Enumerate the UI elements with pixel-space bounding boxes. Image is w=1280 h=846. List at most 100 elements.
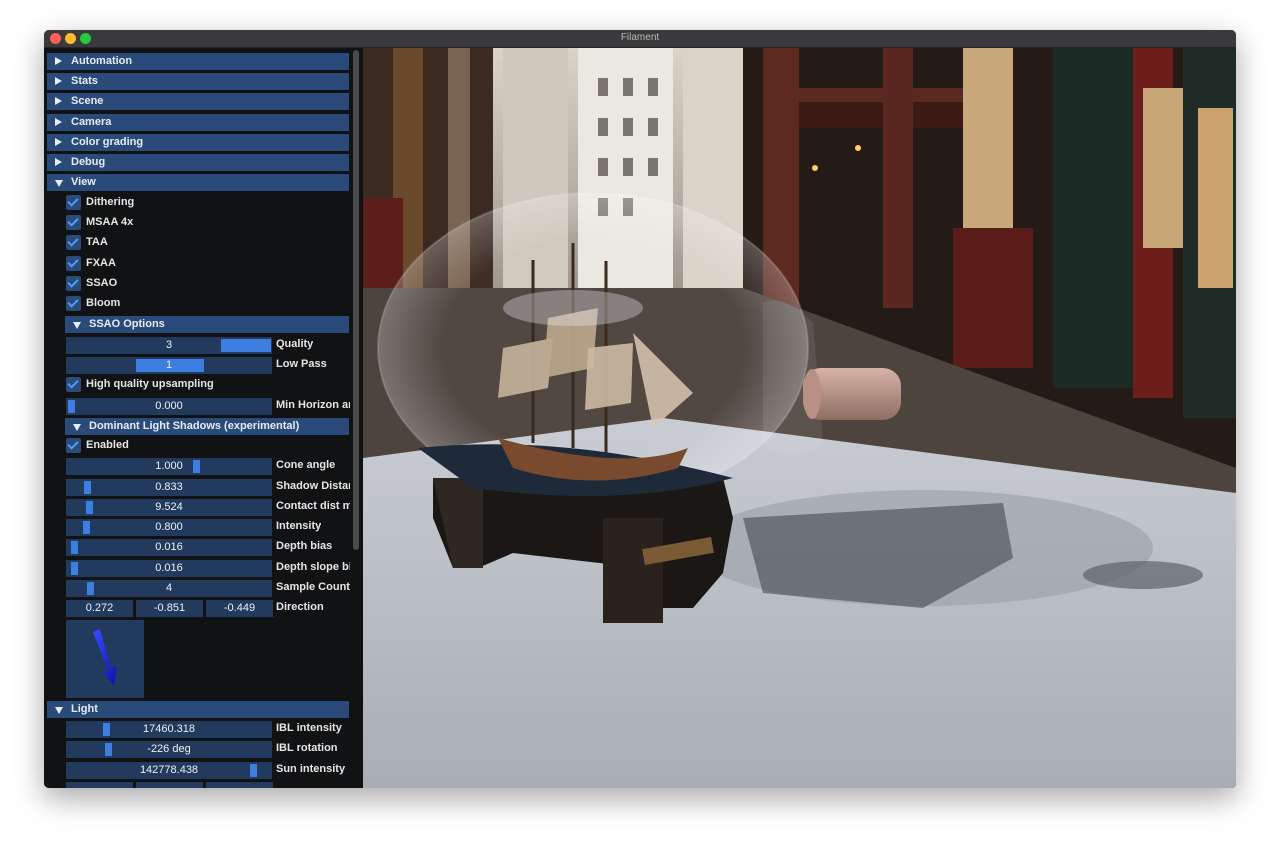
panel-scrollbar[interactable]: [353, 50, 359, 550]
chevron-right-icon: [55, 77, 62, 85]
quality-label: Quality: [276, 338, 314, 350]
section-label: View: [71, 176, 96, 188]
section-label: Camera: [71, 116, 112, 128]
chevron-right-icon: [55, 118, 62, 126]
section-scene[interactable]: Scene: [47, 93, 349, 110]
intensity-slider[interactable]: 0.800: [66, 519, 272, 536]
low-pass-label: Low Pass: [276, 358, 327, 370]
settings-panel: Automation Stats Scene Camera Color grad…: [44, 48, 362, 788]
chevron-down-icon: [55, 707, 63, 714]
quality-slider[interactable]: 3: [66, 337, 272, 354]
section-color-grading[interactable]: Color grading: [47, 134, 349, 151]
direction-label: Direction: [276, 601, 324, 613]
sun-intensity-label: Sun intensity: [276, 763, 346, 775]
shadows-header[interactable]: Dominant Light Shadows (experimental): [65, 418, 349, 435]
ibl-rotation-label: IBL rotation: [276, 742, 338, 754]
min-horizon-slider[interactable]: 0.000: [66, 398, 272, 415]
slider-value: 0.016: [155, 562, 183, 574]
section-label: Debug: [71, 156, 106, 168]
low-pass-slider[interactable]: 1: [66, 357, 272, 374]
dithering-checkbox[interactable]: [66, 195, 81, 210]
msaa-checkbox[interactable]: [66, 215, 81, 230]
section-view[interactable]: View: [47, 174, 349, 191]
intensity-label: Intensity: [276, 520, 322, 532]
sun-direction-y-field[interactable]: [136, 782, 203, 788]
direction-y-value: -0.851: [153, 602, 186, 614]
shadow-distance-label: Shadow Distan: [276, 480, 350, 492]
section-label: SSAO Options: [89, 318, 165, 330]
chevron-right-icon: [55, 138, 62, 146]
slider-value: 0.833: [155, 481, 183, 493]
section-label: Light: [71, 703, 98, 715]
chevron-right-icon: [55, 158, 62, 166]
shadows-enabled-label: Enabled: [86, 439, 129, 451]
section-camera[interactable]: Camera: [47, 114, 349, 131]
section-light[interactable]: Light: [47, 701, 349, 718]
taa-checkbox[interactable]: [66, 235, 81, 250]
section-automation[interactable]: Automation: [47, 53, 349, 70]
slider-value: 0.016: [155, 541, 183, 553]
bloom-checkbox[interactable]: [66, 296, 81, 311]
sample-count-label: Sample Count: [276, 581, 350, 593]
direction-y-field[interactable]: -0.851: [136, 600, 203, 617]
cone-angle-label: Cone angle: [276, 459, 336, 471]
fxaa-label: FXAA: [86, 257, 116, 269]
section-label: Dominant Light Shadows (experimental): [89, 420, 300, 432]
section-stats[interactable]: Stats: [47, 73, 349, 90]
ibl-intensity-label: IBL intensity: [276, 722, 342, 734]
ibl-rotation-slider[interactable]: -226 deg: [66, 741, 272, 758]
slider-value: 1.000: [155, 460, 183, 472]
section-debug[interactable]: Debug: [47, 154, 349, 171]
depth-bias-slider[interactable]: 0.016: [66, 539, 272, 556]
direction-gizmo[interactable]: [66, 620, 144, 698]
direction-x-field[interactable]: 0.272: [66, 600, 133, 617]
chevron-down-icon: [73, 322, 81, 329]
chevron-down-icon: [73, 424, 81, 431]
slider-value: -226 deg: [147, 743, 191, 755]
slider-value: 4: [165, 582, 173, 594]
contact-dist-slider[interactable]: 9.524: [66, 499, 272, 516]
msaa-label: MSAA 4x: [86, 216, 134, 228]
shadows-enabled-checkbox[interactable]: [66, 438, 81, 453]
shadow-distance-slider[interactable]: 0.833: [66, 479, 272, 496]
depth-slope-label: Depth slope bia: [276, 561, 350, 573]
section-label: Automation: [71, 55, 133, 67]
direction-arrow-icon: [93, 629, 117, 686]
contact-dist-label: Contact dist ma: [276, 500, 350, 512]
section-label: Scene: [71, 95, 104, 107]
slider-value: 0.000: [155, 400, 183, 412]
filament-window: Filament Automation Stats Scene Camera C…: [44, 30, 1236, 788]
sun-direction-z-field[interactable]: [206, 782, 273, 788]
sample-count-slider[interactable]: 4: [66, 580, 272, 597]
hq-upsampling-checkbox[interactable]: [66, 377, 81, 392]
min-horizon-label: Min Horizon an: [276, 399, 350, 411]
chevron-down-icon: [55, 180, 63, 187]
direction-z-field[interactable]: -0.449: [206, 600, 273, 617]
section-label: Stats: [71, 75, 98, 87]
direction-x-value: 0.272: [85, 602, 114, 614]
title-bar: Filament: [44, 30, 1236, 48]
ssao-options-header[interactable]: SSAO Options: [65, 316, 349, 333]
chevron-right-icon: [55, 57, 62, 65]
rendered-scene: [363, 48, 1236, 788]
ibl-intensity-slider[interactable]: 17460.318: [66, 721, 272, 738]
slider-value: 142778.438: [139, 764, 199, 776]
cone-angle-slider[interactable]: 1.000: [66, 458, 272, 475]
fxaa-checkbox[interactable]: [66, 256, 81, 271]
render-viewport[interactable]: [363, 48, 1236, 788]
hq-upsampling-label: High quality upsampling: [86, 378, 214, 390]
taa-label: TAA: [86, 236, 108, 248]
sun-direction-x-field[interactable]: [66, 782, 133, 788]
bloom-label: Bloom: [86, 297, 121, 309]
direction-z-value: -0.449: [223, 602, 256, 614]
depth-slope-slider[interactable]: 0.016: [66, 560, 272, 577]
dithering-label: Dithering: [86, 196, 135, 208]
slider-value: 17460.318: [143, 723, 195, 735]
sun-intensity-slider[interactable]: 142778.438: [66, 762, 272, 779]
slider-value: 3: [165, 339, 173, 351]
depth-bias-label: Depth bias: [276, 540, 333, 552]
section-label: Color grading: [71, 136, 144, 148]
window-title: Filament: [620, 32, 660, 43]
chevron-right-icon: [55, 97, 62, 105]
ssao-checkbox[interactable]: [66, 276, 81, 291]
